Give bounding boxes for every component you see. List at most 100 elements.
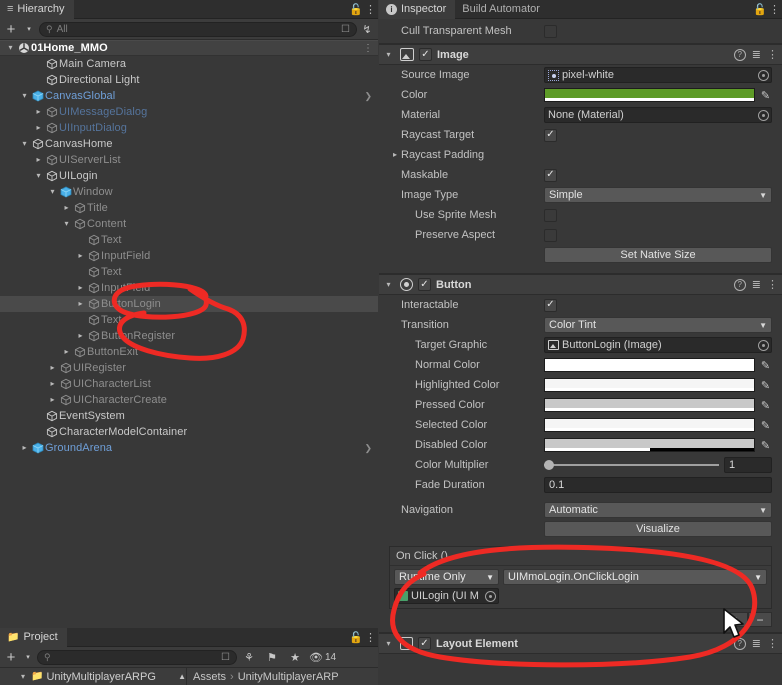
hierarchy-item-text[interactable]: Text xyxy=(0,232,378,248)
eyedropper-icon[interactable]: ✎ xyxy=(759,399,772,412)
on-click-function-dropdown[interactable]: UIMmoLogin.OnClickLogin ▼ xyxy=(503,569,767,585)
normal-color-swatch[interactable] xyxy=(544,358,755,372)
color-multiplier-input[interactable]: 1 xyxy=(724,457,772,473)
hierarchy-item-01home-mmo[interactable]: ▾ 01Home_MMO ⋮ xyxy=(0,40,378,56)
expander-closed-icon[interactable]: ▸ xyxy=(18,440,31,456)
hierarchy-item-directional-light[interactable]: Directional Light xyxy=(0,72,378,88)
hierarchy-item-inputfield[interactable]: ▸ InputField xyxy=(0,248,378,264)
expander-closed-icon[interactable]: ▸ xyxy=(74,280,87,296)
hierarchy-item-canvashome[interactable]: ▾ CanvasHome xyxy=(0,136,378,152)
tab-hierarchy[interactable]: ≡ Hierarchy xyxy=(0,0,74,19)
hierarchy-item-uiserverlist[interactable]: ▸ UIServerList xyxy=(0,152,378,168)
hierarchy-row-menu-icon[interactable]: ⋮ xyxy=(363,41,373,57)
tab-inspector[interactable]: i Inspector xyxy=(379,0,456,19)
hierarchy-item-eventsystem[interactable]: EventSystem xyxy=(0,408,378,424)
expander-closed-icon[interactable]: ▸ xyxy=(32,120,45,136)
tab-project[interactable]: 📁 Project xyxy=(0,628,67,647)
object-picker-icon[interactable] xyxy=(485,590,496,602)
alphabetical-sort-icon[interactable]: ↯ xyxy=(359,21,375,37)
expander-closed-icon[interactable]: ▸ xyxy=(46,392,59,408)
hierarchy-item-text[interactable]: Text xyxy=(0,264,378,280)
on-click-remove-button[interactable]: − xyxy=(748,612,772,627)
highlighted-color-swatch[interactable] xyxy=(544,378,755,392)
image-enabled-checkbox[interactable]: ✓ xyxy=(419,48,432,61)
component-header-button[interactable]: ▾ ✓ Button ? ≣ ⋮ xyxy=(379,274,782,295)
kebab-menu-icon[interactable]: ⋮ xyxy=(365,631,376,644)
lock-icon[interactable]: 🔓 xyxy=(349,631,363,644)
material-object-field[interactable]: None (Material) xyxy=(544,107,772,123)
object-picker-icon[interactable] xyxy=(758,109,769,121)
expander-closed-icon[interactable]: ▸ xyxy=(32,152,45,168)
kebab-menu-icon[interactable]: ⋮ xyxy=(767,278,778,291)
object-picker-icon[interactable] xyxy=(758,69,769,81)
expander-closed-icon[interactable]: ▸ xyxy=(74,296,87,312)
eyedropper-icon[interactable]: ✎ xyxy=(759,419,772,432)
hierarchy-item-canvasglobal[interactable]: ▾ CanvasGlobal ❯ xyxy=(0,88,378,104)
hierarchy-item-uiinputdialog[interactable]: ▸ UIInputDialog xyxy=(0,120,378,136)
prefab-open-chevron-icon[interactable]: ❯ xyxy=(364,440,372,456)
hierarchy-item-uimessagedialog[interactable]: ▸ UIMessageDialog xyxy=(0,104,378,120)
eyedropper-icon[interactable]: ✎ xyxy=(759,439,772,452)
eyedropper-icon[interactable]: ✎ xyxy=(759,379,772,392)
layout-element-foldout-arrow[interactable]: ▾ xyxy=(382,636,395,652)
visualize-button[interactable]: Visualize xyxy=(544,521,772,537)
expander-open-icon[interactable]: ▾ xyxy=(4,40,17,56)
hierarchy-item-buttonexit[interactable]: ▸ ButtonExit xyxy=(0,344,378,360)
maskable-checkbox[interactable]: ✓ xyxy=(544,168,557,182)
expander-closed-icon[interactable]: ▸ xyxy=(74,328,87,344)
on-click-add-button[interactable]: + xyxy=(724,612,748,627)
selected-color-swatch[interactable] xyxy=(544,418,755,432)
navigation-dropdown[interactable]: Automatic ▼ xyxy=(544,502,772,518)
use-sprite-mesh-checkbox[interactable] xyxy=(544,208,557,222)
project-search-input[interactable]: ⚲ ☐ xyxy=(37,649,237,665)
eyedropper-icon[interactable]: ✎ xyxy=(759,359,772,372)
hierarchy-item-uicharactercreate[interactable]: ▸ UICharacterCreate xyxy=(0,392,378,408)
hierarchy-search-input[interactable]: ⚲ All ☐ xyxy=(39,21,357,37)
raycast-padding-foldout-arrow[interactable]: ▸ xyxy=(389,147,401,163)
kebab-menu-icon[interactable]: ⋮ xyxy=(767,637,778,650)
slider-knob[interactable] xyxy=(544,460,554,470)
lock-icon[interactable]: 🔓 xyxy=(753,3,767,16)
breadcrumb-assets[interactable]: Assets xyxy=(193,671,226,683)
prefab-open-chevron-icon[interactable]: ❯ xyxy=(364,88,372,104)
color-multiplier-slider[interactable] xyxy=(544,459,719,471)
hierarchy-item-title[interactable]: ▸ Title xyxy=(0,200,378,216)
image-color-swatch[interactable] xyxy=(544,88,755,102)
pressed-color-swatch[interactable] xyxy=(544,398,755,412)
hierarchy-item-window[interactable]: ▾ Window xyxy=(0,184,378,200)
component-header-image[interactable]: ▾ ✓ Image ? ≣ ⋮ xyxy=(379,44,782,65)
add-gameobject-dropdown[interactable]: ▾ xyxy=(21,21,37,37)
button-foldout-arrow[interactable]: ▾ xyxy=(382,277,395,293)
transition-dropdown[interactable]: Color Tint ▼ xyxy=(544,317,772,333)
expander-closed-icon[interactable]: ▸ xyxy=(32,104,45,120)
hierarchy-item-buttonlogin[interactable]: ▸ ButtonLogin xyxy=(0,296,378,312)
tab-build-automator[interactable]: Build Automator xyxy=(455,0,549,19)
hierarchy-item-uicharacterlist[interactable]: ▸ UICharacterList xyxy=(0,376,378,392)
target-graphic-object-field[interactable]: ButtonLogin (Image) xyxy=(544,337,772,353)
raycast-target-checkbox[interactable]: ✓ xyxy=(544,128,557,142)
preset-icon[interactable]: ≣ xyxy=(752,637,761,650)
hierarchy-item-groundarena[interactable]: ▸ GroundArena ❯ xyxy=(0,440,378,456)
eyedropper-icon[interactable]: ✎ xyxy=(759,89,772,102)
expander-open-icon[interactable]: ▾ xyxy=(32,168,45,184)
sort-ascending-icon[interactable]: ▲ xyxy=(178,672,186,681)
object-picker-icon[interactable] xyxy=(758,339,769,351)
filter-by-label-icon[interactable]: ⚑ xyxy=(261,649,283,665)
help-icon[interactable]: ? xyxy=(733,48,746,61)
expander-closed-icon[interactable]: ▸ xyxy=(46,376,59,392)
help-icon[interactable]: ? xyxy=(733,278,746,291)
project-add-button[interactable]: + xyxy=(3,649,19,666)
hierarchy-item-uilogin[interactable]: ▾ UILogin xyxy=(0,168,378,184)
add-gameobject-button[interactable]: + xyxy=(3,21,19,38)
expander-closed-icon[interactable]: ▸ xyxy=(74,248,87,264)
hierarchy-item-charactermodelcontainer[interactable]: CharacterModelContainer xyxy=(0,424,378,440)
cull-transparent-mesh-checkbox[interactable] xyxy=(544,24,557,38)
expander-open-icon[interactable]: ▾ xyxy=(18,88,31,104)
hierarchy-tree[interactable]: ▾ 01Home_MMO ⋮ Main Camera Directional Lig… xyxy=(0,40,378,628)
expander-closed-icon[interactable]: ▸ xyxy=(46,360,59,376)
search-inline-icon[interactable]: ☐ xyxy=(341,24,350,35)
component-header-layout-element[interactable]: ▾ ✓ Layout Element ? ≣ ⋮ xyxy=(379,633,782,654)
hierarchy-item-text[interactable]: Text xyxy=(0,312,378,328)
breadcrumb-current[interactable]: UnityMultiplayerARP xyxy=(238,671,339,683)
lock-icon[interactable]: 🔓 xyxy=(349,3,363,16)
